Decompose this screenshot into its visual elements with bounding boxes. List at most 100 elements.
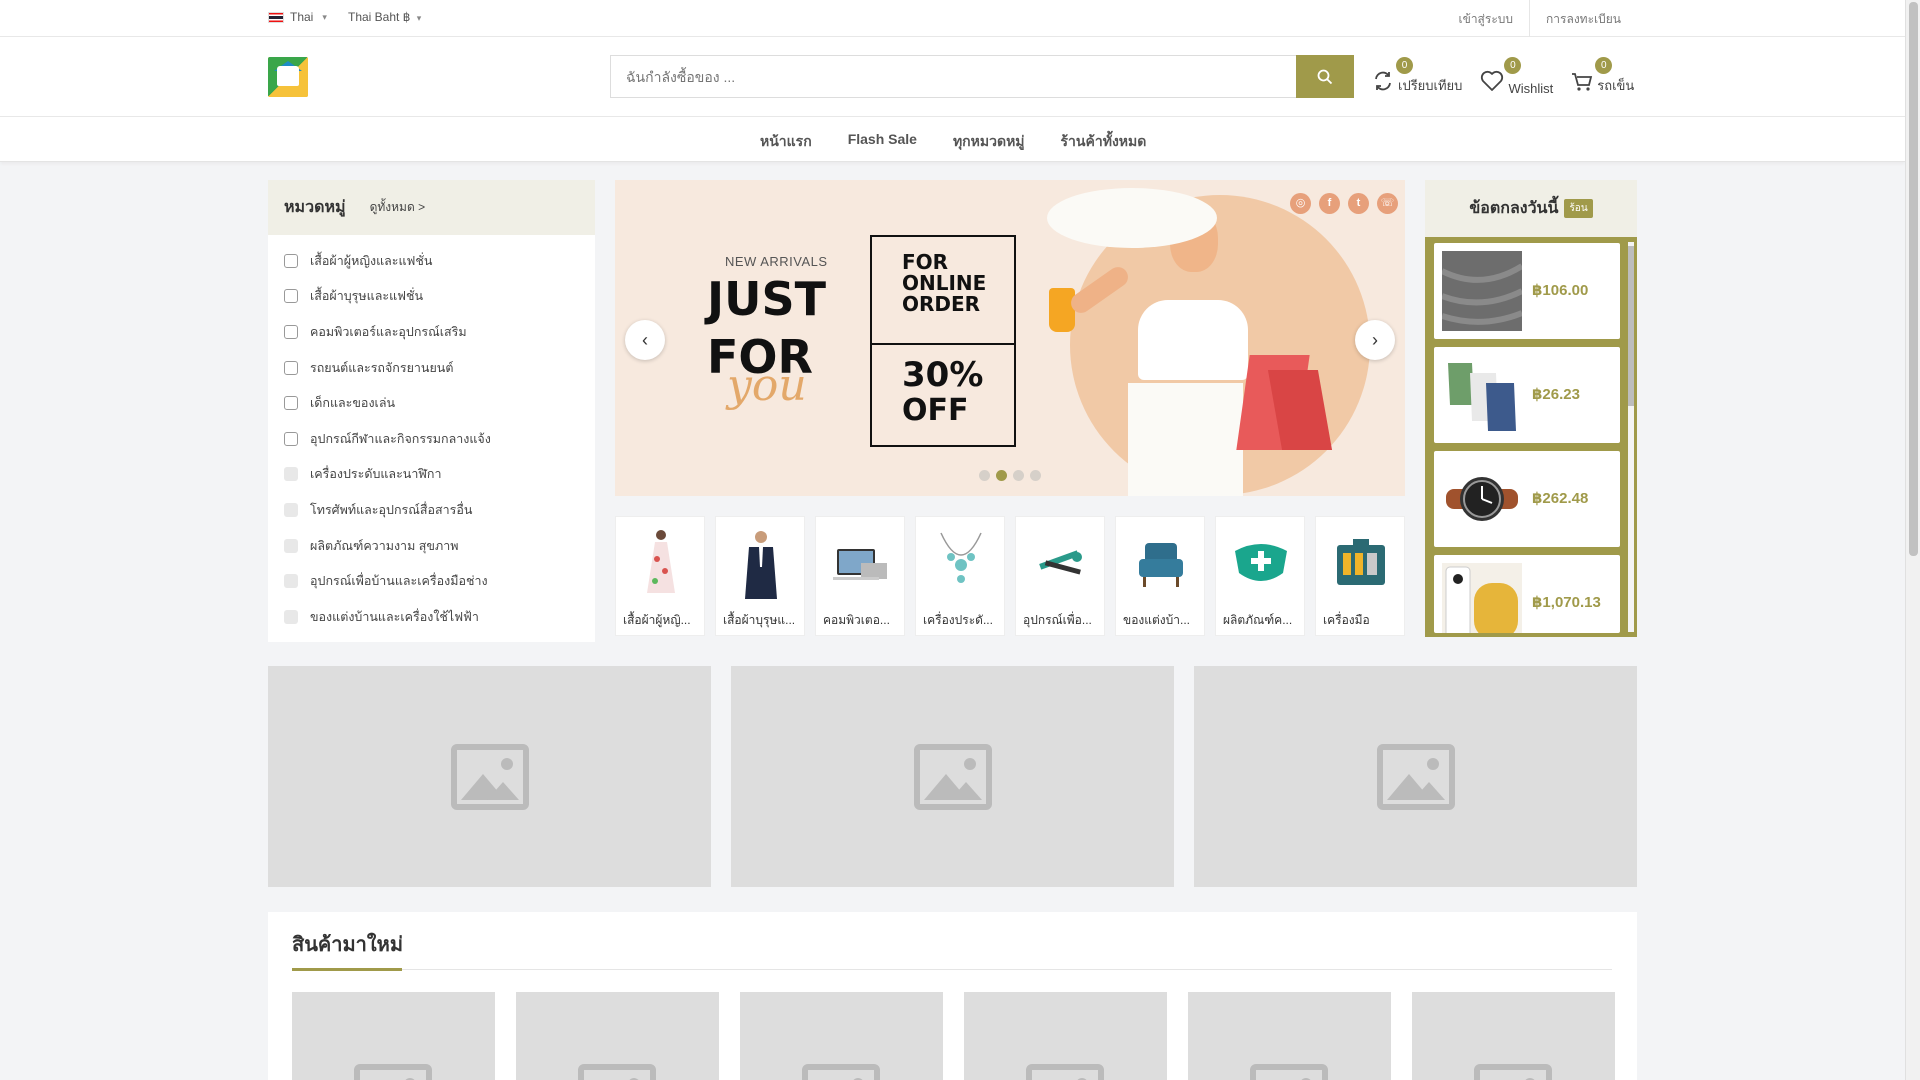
thumb-label: เสื้อผ้าผู้หญิ...: [623, 613, 691, 627]
category-thumb[interactable]: เครื่องมือ: [1315, 516, 1405, 636]
product-card[interactable]: [292, 992, 495, 1080]
currency-selector[interactable]: Thai Baht ฿ ▾: [348, 10, 421, 24]
category-item[interactable]: เสื้อผ้าบุรุษและแฟชั่น: [268, 279, 595, 315]
category-item[interactable]: ผลิตภัณฑ์ความงาม สุขภาพ: [268, 528, 595, 564]
nav-flash-sale[interactable]: Flash Sale: [830, 117, 935, 167]
category-icon: [284, 396, 298, 411]
image-placeholder-icon: [802, 1064, 880, 1080]
banner-discount-box: 30% OFF: [870, 343, 1016, 447]
thumb-label: เสื้อผ้าบุรุษแ...: [723, 613, 796, 627]
promo-banner-placeholder[interactable]: [1194, 666, 1637, 887]
category-label: คอมพิวเตอร์และอุปกรณ์เสริม: [310, 324, 467, 339]
necklace-image: [940, 532, 982, 583]
category-item[interactable]: เครื่องประดับและนาฬิกา: [268, 457, 595, 493]
promo-banner-placeholder[interactable]: [731, 666, 1174, 887]
banner-you: you: [727, 360, 807, 411]
category-label: อุปกรณ์กีฬาและกิจกรรมกลางแจ้ง: [310, 431, 491, 446]
category-item[interactable]: เสื้อผ้าผู้หญิงและแฟชั่น: [268, 243, 595, 279]
deal-item[interactable]: ฿26.23: [1434, 347, 1620, 443]
category-item[interactable]: อุปกรณ์เพื่อบ้านและเครื่องมือช่าง: [268, 563, 595, 599]
category-item[interactable]: เด็กและของเล่น: [268, 385, 595, 421]
facebook-icon[interactable]: f: [1319, 193, 1340, 214]
category-thumb[interactable]: เสื้อผ้าบุรุษแ...: [715, 516, 805, 636]
drink-illustration: [1049, 288, 1075, 332]
image-placeholder-icon: [578, 1064, 656, 1080]
category-thumb[interactable]: เสื้อผ้าผู้หญิ...: [615, 516, 705, 636]
category-title: หมวดหมู่: [284, 199, 346, 216]
thumb-label: ผลิตภัณฑ์ค...: [1223, 613, 1293, 627]
category-thumb[interactable]: ผลิตภัณฑ์ค...: [1215, 516, 1305, 636]
nav-home[interactable]: หน้าแรก: [742, 117, 830, 167]
language-selector[interactable]: Thai ▾: [268, 10, 327, 24]
nav-all-categories[interactable]: ทุกหมวดหมู่: [935, 117, 1043, 167]
whatsapp-icon[interactable]: ☏: [1377, 193, 1398, 214]
deal-price: ฿1,070.13: [1532, 594, 1601, 611]
search-button[interactable]: [1296, 55, 1354, 98]
deals-scrollbar[interactable]: [1628, 242, 1634, 632]
promo-banner-placeholder[interactable]: [268, 666, 711, 887]
twitter-icon[interactable]: t: [1348, 193, 1369, 214]
category-item[interactable]: รถยนต์และรถจักรยานยนต์: [268, 350, 595, 386]
hot-badge: ร้อน: [1564, 199, 1593, 218]
category-thumb[interactable]: ของแต่งบ้า...: [1115, 516, 1205, 636]
dress-image: [647, 530, 675, 593]
cart-count: 0: [1595, 57, 1613, 74]
category-label: อุปกรณ์เพื่อบ้านและเครื่องมือช่าง: [310, 574, 488, 589]
carousel-prev-button[interactable]: ‹: [625, 320, 665, 360]
search-input[interactable]: [610, 55, 1296, 98]
phone-image: [1442, 563, 1522, 633]
chevron-right-icon: ›: [1372, 329, 1378, 350]
fabric-image: [1442, 251, 1522, 331]
deal-item[interactable]: ฿262.48: [1434, 451, 1620, 547]
product-card[interactable]: [516, 992, 719, 1080]
view-all-link[interactable]: ดูทั้งหมด >: [370, 198, 426, 217]
login-link[interactable]: เข้าสู่ระบบ: [1443, 0, 1530, 37]
carousel-dot[interactable]: [1013, 470, 1024, 481]
banner-just: JUST: [707, 272, 826, 326]
suit-image: [745, 531, 777, 599]
instagram-icon[interactable]: ◎: [1290, 193, 1311, 214]
refresh-icon: [1375, 71, 1391, 91]
todays-deals-panel: ข้อตกลงวันนี้ ร้อน ฿106.00 ฿26.23 ฿262.4…: [1425, 180, 1637, 637]
register-link[interactable]: การลงทะเบียน: [1529, 0, 1637, 37]
category-icon: [284, 538, 298, 553]
chevron-down-icon: ▾: [416, 13, 422, 23]
carousel-dot[interactable]: [979, 470, 990, 481]
category-thumb[interactable]: เครื่องประดั...: [915, 516, 1005, 636]
toolbox-image: [1337, 539, 1385, 585]
cart-button[interactable]: 0 รถเข็น: [1571, 57, 1634, 97]
currency-label: Thai Baht ฿: [348, 10, 411, 24]
product-card[interactable]: [1188, 992, 1391, 1080]
store-logo[interactable]: [268, 57, 308, 97]
category-icon: [284, 289, 298, 304]
thumb-label: คอมพิวเตอ...: [823, 613, 890, 627]
tools-image: [1039, 550, 1082, 575]
category-item[interactable]: ของแต่งบ้านและเครื่องใช้ไฟฟ้า: [268, 599, 595, 635]
deal-item[interactable]: ฿1,070.13: [1434, 555, 1620, 633]
category-item[interactable]: โทรศัพท์และอุปกรณ์สื่อสารอื่น: [268, 492, 595, 528]
product-card[interactable]: [964, 992, 1167, 1080]
category-thumb[interactable]: อุปกรณ์เพื่อ...: [1015, 516, 1105, 636]
banner-new-arrivals: NEW ARRIVALS: [725, 254, 828, 269]
nav-all-shops[interactable]: ร้านค้าทั้งหมด: [1043, 117, 1165, 167]
header: 0 เปรียบเทียบ 0 Wishlist 0 รถเข็น: [0, 37, 1905, 117]
category-label: เด็กและของเล่น: [310, 396, 396, 411]
new-products-section: สินค้ามาใหม่: [268, 912, 1637, 1080]
category-label: โทรศัพท์และอุปกรณ์สื่อสารอื่น: [310, 502, 473, 517]
product-card[interactable]: [1412, 992, 1615, 1080]
language-label: Thai: [290, 10, 314, 24]
carousel-next-button[interactable]: ›: [1355, 320, 1395, 360]
wishlist-button[interactable]: 0 Wishlist: [1480, 57, 1553, 97]
compare-button[interactable]: 0 เปรียบเทียบ: [1372, 57, 1462, 97]
category-item[interactable]: อุปกรณ์กีฬาและกิจกรรมกลางแจ้ง: [268, 421, 595, 457]
category-icon: [284, 431, 298, 446]
hero-banner[interactable]: NEW ARRIVALS JUST FOR you FOR ONLINE ORD…: [615, 180, 1405, 496]
carousel-dot[interactable]: [1030, 470, 1041, 481]
product-card[interactable]: [740, 992, 943, 1080]
carousel-dot-active[interactable]: [996, 470, 1007, 481]
category-thumb[interactable]: คอมพิวเตอ...: [815, 516, 905, 636]
deal-item[interactable]: ฿106.00: [1434, 243, 1620, 339]
category-item[interactable]: คอมพิวเตอร์และอุปกรณ์เสริม: [268, 314, 595, 350]
page-scrollbar[interactable]: [1905, 0, 1920, 1080]
category-icon: [284, 502, 298, 517]
